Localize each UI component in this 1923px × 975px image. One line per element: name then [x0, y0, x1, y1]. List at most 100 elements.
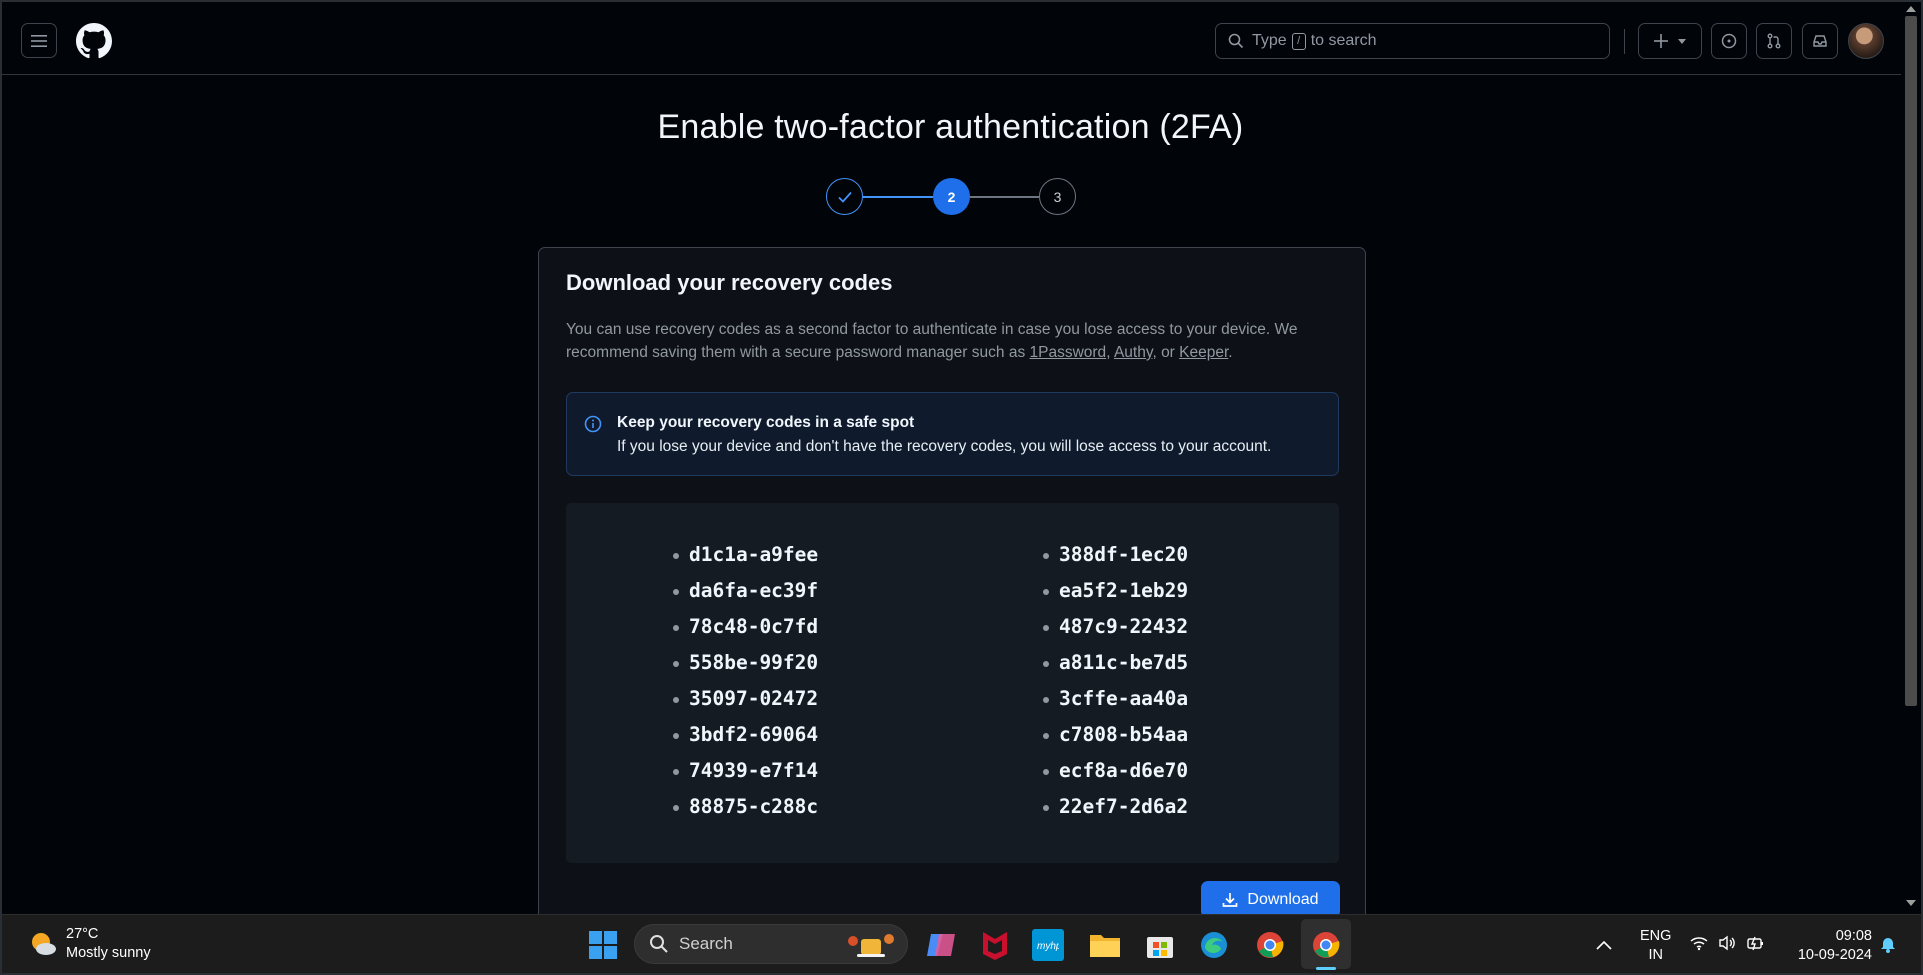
header-divider: [1624, 29, 1625, 54]
info-icon: [584, 415, 602, 433]
microsoft-store-app-icon[interactable]: [1142, 927, 1178, 963]
recovery-code: 88875-c288c: [673, 795, 818, 831]
recovery-code: 487c9-22432: [1043, 615, 1188, 651]
progress-stepper: 2 3: [826, 178, 1076, 216]
search-icon: [1228, 33, 1244, 49]
create-new-button[interactable]: [1638, 23, 1702, 59]
link-keeper[interactable]: Keeper: [1179, 344, 1228, 361]
clock-time: 09:08: [1835, 928, 1872, 944]
user-avatar[interactable]: [1848, 23, 1884, 59]
windows-start-button[interactable]: [587, 929, 619, 961]
battery-charging-icon: [1747, 936, 1763, 951]
description-end: .: [1228, 344, 1233, 361]
svg-text:myhp: myhp: [1037, 941, 1059, 951]
language-code: ENG: [1640, 928, 1672, 944]
recovery-code: ecf8a-d6e70: [1043, 759, 1188, 795]
description-separator: , or: [1152, 344, 1180, 361]
language-indicator[interactable]: ENG IN: [1640, 927, 1671, 965]
recovery-codes-right-column: 388df-1ec20 ea5f2-1eb29 487c9-22432 a811…: [1043, 543, 1188, 831]
download-button[interactable]: Download: [1201, 881, 1340, 918]
recovery-code: 74939-e7f14: [673, 759, 818, 795]
myhp-app-icon[interactable]: myhp: [1032, 929, 1064, 961]
weather-desc: Mostly sunny: [66, 945, 151, 961]
info-flash: Keep your recovery codes in a safe spot …: [566, 392, 1339, 476]
sun-cloud-icon: [28, 929, 58, 959]
system-clock[interactable]: 09:08 10-09-2024: [1790, 927, 1872, 965]
link-authy[interactable]: Authy: [1114, 344, 1153, 361]
card-description: You can use recovery codes as a second f…: [566, 318, 1346, 364]
recovery-code: 558be-99f20: [673, 651, 818, 687]
system-tray-icons[interactable]: [1690, 935, 1766, 951]
recovery-codes-box: d1c1a-a9fee da6fa-ec39f 78c48-0c7fd 558b…: [566, 503, 1339, 863]
recovery-code: 35097-02472: [673, 687, 818, 723]
page-scrollbar[interactable]: [1901, 2, 1921, 914]
weather-temp: 27°C: [66, 926, 99, 942]
scroll-up-arrow-icon[interactable]: [1906, 6, 1916, 12]
search-shortcut-key: /: [1291, 32, 1306, 50]
recovery-codes-left-column: d1c1a-a9fee da6fa-ec39f 78c48-0c7fd 558b…: [673, 543, 818, 831]
pull-requests-button[interactable]: [1756, 23, 1792, 59]
download-icon: [1223, 892, 1238, 907]
taskbar-search[interactable]: Search: [634, 924, 908, 964]
chevron-up-icon[interactable]: [1596, 937, 1612, 955]
windows-logo-icon: [589, 931, 617, 959]
volume-icon: [1719, 935, 1735, 951]
search-placeholder-pre: Type: [1252, 32, 1287, 49]
recovery-code: 78c48-0c7fd: [673, 615, 818, 651]
page-title: Enable two-factor authentication (2FA): [657, 108, 1244, 146]
recovery-code: ea5f2-1eb29: [1043, 579, 1188, 615]
search-placeholder-post: to search: [1310, 32, 1377, 49]
description-separator: ,: [1106, 344, 1114, 361]
inbox-icon: [1813, 35, 1827, 47]
inbox-button[interactable]: [1802, 23, 1838, 59]
clock-date: 10-09-2024: [1797, 947, 1872, 963]
mcafee-app-icon[interactable]: [977, 927, 1013, 963]
region-code: IN: [1648, 947, 1663, 963]
windows-taskbar: 27°C Mostly sunny Search myhp ENG IN: [2, 914, 1921, 973]
download-label: Download: [1247, 890, 1319, 908]
taskbar-search-label: Search: [679, 934, 733, 953]
chrome-app-icon[interactable]: [1252, 927, 1288, 963]
recovery-code: a811c-be7d5: [1043, 651, 1188, 687]
github-logo-icon[interactable]: [76, 23, 112, 59]
search-input[interactable]: Type / to search: [1215, 23, 1610, 59]
scroll-thumb[interactable]: [1905, 16, 1917, 706]
step-2-current: 2: [933, 178, 970, 215]
copilot-app-icon[interactable]: [923, 927, 959, 963]
chrome-active-app-icon[interactable]: [1308, 927, 1344, 963]
recovery-codes-card: Download your recovery codes You can use…: [538, 247, 1366, 967]
recovery-code: d1c1a-a9fee: [673, 543, 818, 579]
flash-text: If you lose your device and don't have t…: [617, 438, 1272, 455]
recovery-code: 3cffe-aa40a: [1043, 687, 1188, 723]
menu-button[interactable]: [21, 23, 57, 58]
weather-widget[interactable]: 27°C Mostly sunny: [28, 925, 151, 963]
file-explorer-app-icon[interactable]: [1087, 927, 1123, 963]
recovery-code: 22ef7-2d6a2: [1043, 795, 1188, 831]
step-connector-upcoming: [970, 196, 1039, 198]
coffee-cup-icon: [848, 934, 894, 957]
step-1-completed: [826, 178, 863, 215]
search-icon: [650, 935, 668, 953]
issues-button[interactable]: [1711, 23, 1747, 59]
active-app-indicator: [1316, 967, 1336, 970]
hamburger-icon: [31, 34, 47, 47]
notification-bell-icon[interactable]: [1880, 935, 1896, 958]
plus-icon: [1654, 34, 1668, 48]
top-header: Type / to search: [2, 2, 1901, 75]
card-title: Download your recovery codes: [566, 270, 893, 295]
chevron-down-icon: [1678, 38, 1686, 44]
step-connector-completed: [863, 196, 933, 198]
recovery-code: c7808-b54aa: [1043, 723, 1188, 759]
flash-title: Keep your recovery codes in a safe spot: [617, 414, 915, 431]
step-3-upcoming: 3: [1039, 178, 1076, 215]
issue-opened-icon: [1721, 33, 1737, 49]
check-icon: [837, 191, 852, 203]
recovery-code: 3bdf2-69064: [673, 723, 818, 759]
recovery-code: 388df-1ec20: [1043, 543, 1188, 579]
recovery-code: da6fa-ec39f: [673, 579, 818, 615]
scroll-down-arrow-icon[interactable]: [1906, 900, 1916, 906]
git-pull-request-icon: [1767, 33, 1781, 49]
wifi-icon: [1690, 937, 1708, 951]
edge-app-icon[interactable]: [1196, 927, 1232, 963]
link-1password[interactable]: 1Password: [1030, 344, 1107, 361]
